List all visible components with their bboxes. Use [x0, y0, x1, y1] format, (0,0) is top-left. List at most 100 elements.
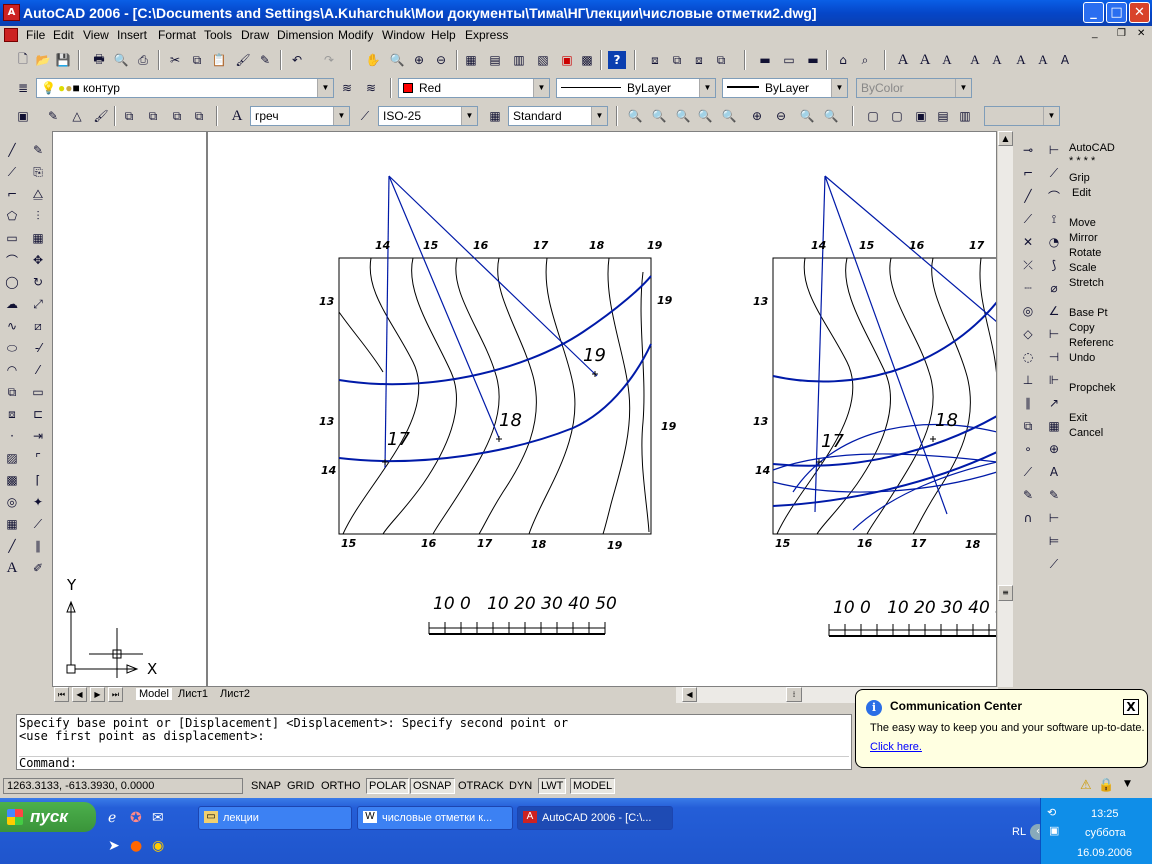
leader-icon[interactable]: ↗: [1045, 394, 1063, 412]
snap-node-icon[interactable]: ∘: [1019, 440, 1037, 458]
menu-edit[interactable]: Edit: [53, 28, 74, 42]
rectangle-icon[interactable]: ▭: [3, 229, 21, 247]
parallel-icon[interactable]: ∥: [29, 537, 47, 555]
status-menu-chevron-icon[interactable]: ▼: [1124, 779, 1131, 789]
sheet-set-icon[interactable]: ▧: [534, 51, 552, 69]
text-fit-icon[interactable]: A: [1056, 51, 1074, 69]
snap-none-icon[interactable]: ✎: [1019, 486, 1037, 504]
arc-length-icon[interactable]: ⌒: [1045, 187, 1063, 205]
last-tab-icon[interactable]: ⏭: [108, 687, 123, 702]
save-icon[interactable]: 💾: [54, 51, 72, 69]
layout-icon-5[interactable]: ▥: [956, 107, 974, 125]
sheet-icon-1[interactable]: ⧉: [120, 107, 138, 125]
model-space-canvas[interactable]: 14 15 16 17 18 19 13 13 14 19 19 15 16 1…: [52, 131, 997, 687]
chevron-down-icon[interactable]: ▼: [831, 79, 847, 97]
hatch-icon[interactable]: ▨: [3, 449, 21, 467]
snap-intersection-icon[interactable]: ✕: [1019, 233, 1037, 251]
quicklaunch-icon-2[interactable]: ●: [130, 838, 142, 854]
move-icon[interactable]: ✥: [29, 251, 47, 269]
dim-override-icon[interactable]: ⟋: [1045, 555, 1063, 573]
zoom-dynamic-icon[interactable]: 🔍: [650, 107, 668, 125]
minimize-button[interactable]: _: [1083, 2, 1104, 23]
quicklaunch-icon-3[interactable]: ◉: [152, 838, 164, 854]
chevron-down-icon[interactable]: ▼: [699, 79, 715, 97]
autocad-app-icon[interactable]: A: [3, 4, 20, 21]
snap-extension-icon[interactable]: ┈: [1019, 279, 1037, 297]
snap-perpendicular-icon[interactable]: ⊥: [1019, 371, 1037, 389]
erase-icon[interactable]: ✎: [29, 141, 47, 159]
convert-text-icon[interactable]: A: [1034, 51, 1052, 69]
make-block-icon[interactable]: ⧈: [3, 405, 21, 423]
ordinate-dim-icon[interactable]: ⟟: [1045, 210, 1063, 228]
zoom-object-icon[interactable]: 🔍: [720, 107, 738, 125]
justify-text-icon[interactable]: A: [1012, 51, 1030, 69]
maximize-button[interactable]: □: [1106, 2, 1127, 23]
revcloud-icon[interactable]: ☁: [3, 295, 21, 313]
center-mark-icon[interactable]: ⊕: [1045, 440, 1063, 458]
mtext-icon[interactable]: A: [894, 51, 912, 69]
osnap-toggle[interactable]: OSNAP: [410, 778, 455, 794]
task-autocad[interactable]: A AutoCAD 2006 - [C:\...: [517, 806, 673, 830]
plot-icon[interactable]: 🖶: [90, 51, 108, 69]
continue-dim-icon[interactable]: ⊩: [1045, 371, 1063, 389]
circle-icon[interactable]: ◯: [3, 273, 21, 291]
lineweight-dropdown[interactable]: ByLayer ▼: [722, 78, 848, 98]
calculator-icon[interactable]: ▩: [578, 51, 596, 69]
ie-icon[interactable]: ℯ: [108, 810, 116, 826]
zoom-window-icon[interactable]: 🔍: [626, 107, 644, 125]
clock-time[interactable]: 13:25: [1091, 808, 1119, 820]
new-icon[interactable]: 🗋: [14, 51, 32, 69]
zoom-out-icon[interactable]: ⊖: [772, 107, 790, 125]
dyn-toggle[interactable]: DYN: [506, 778, 535, 794]
snap-from-icon[interactable]: ⌐: [1019, 164, 1037, 182]
mirror-icon[interactable]: ⧋: [29, 185, 47, 203]
model-toggle[interactable]: MODEL: [570, 778, 616, 794]
design-center-icon[interactable]: ▤: [486, 51, 504, 69]
fillet-icon[interactable]: ⌈: [29, 471, 47, 489]
zoom-extents-icon[interactable]: 🔍: [822, 107, 840, 125]
hatch-lines-icon[interactable]: ╱: [3, 537, 21, 555]
stretch-icon[interactable]: ⧄: [29, 317, 47, 335]
brush-icon[interactable]: 🖌: [92, 107, 110, 125]
layer-previous-icon[interactable]: ≋: [362, 79, 380, 97]
balloon-close-button[interactable]: X: [1123, 699, 1139, 715]
area-icon[interactable]: △: [68, 107, 86, 125]
screen-menu-item[interactable]: Edit: [1072, 187, 1091, 199]
pedit-icon[interactable]: ✐: [29, 559, 47, 577]
prev-tab-icon[interactable]: ◀: [72, 687, 87, 702]
zoom-scale-icon[interactable]: 🔍: [674, 107, 692, 125]
aligned-dim-icon[interactable]: ⟋: [1045, 164, 1063, 182]
sheet-icon-4[interactable]: ⧉: [190, 107, 208, 125]
chevron-down-icon[interactable]: ▼: [317, 79, 333, 97]
paste-icon[interactable]: 📋: [210, 51, 228, 69]
text-front-icon[interactable]: ▬: [756, 51, 774, 69]
balloon-link[interactable]: Click here.: [870, 741, 922, 753]
help-icon[interactable]: ?: [608, 51, 626, 69]
copy-object-icon[interactable]: ⎘: [29, 163, 47, 181]
dim-style-edit-icon[interactable]: ⊨: [1045, 532, 1063, 550]
coordinate-display[interactable]: 1263.3133, -613.3930, 0.0000: [3, 778, 243, 794]
point-icon[interactable]: ·: [3, 427, 21, 445]
command-prompt[interactable]: Command:: [19, 756, 849, 770]
color-dropdown[interactable]: Red ▼: [398, 78, 550, 98]
chevron-down-icon[interactable]: ▼: [533, 79, 549, 97]
dim-style-icon[interactable]: ⟋: [356, 107, 374, 125]
chevron-down-icon[interactable]: ▼: [955, 79, 971, 97]
tolerance-icon[interactable]: ▦: [1045, 417, 1063, 435]
snap-insert-icon[interactable]: ⧉: [1019, 417, 1037, 435]
find-text-icon[interactable]: ⌕: [856, 51, 874, 69]
menu-format[interactable]: Format: [158, 28, 196, 42]
find-icon[interactable]: A: [938, 51, 956, 69]
grid-toggle[interactable]: GRID: [284, 778, 318, 794]
array-icon[interactable]: ▦: [29, 229, 47, 247]
screen-menu-item[interactable]: Stretch: [1069, 277, 1104, 289]
snap-apparent-icon[interactable]: ⤫: [1019, 256, 1037, 274]
quick-dim-icon[interactable]: ⊢: [1045, 325, 1063, 343]
command-window[interactable]: Specify base point or [Displacement] <Di…: [16, 714, 852, 770]
start-button[interactable]: пуск: [0, 802, 96, 832]
screen-menu-item[interactable]: Exit: [1069, 412, 1087, 424]
dim-edit-icon[interactable]: A: [1045, 463, 1063, 481]
lengthen-icon[interactable]: ⟋: [29, 515, 47, 533]
lock-icon[interactable]: 🔒: [1098, 778, 1114, 793]
snap-endpoint-icon[interactable]: ╱: [1019, 187, 1037, 205]
